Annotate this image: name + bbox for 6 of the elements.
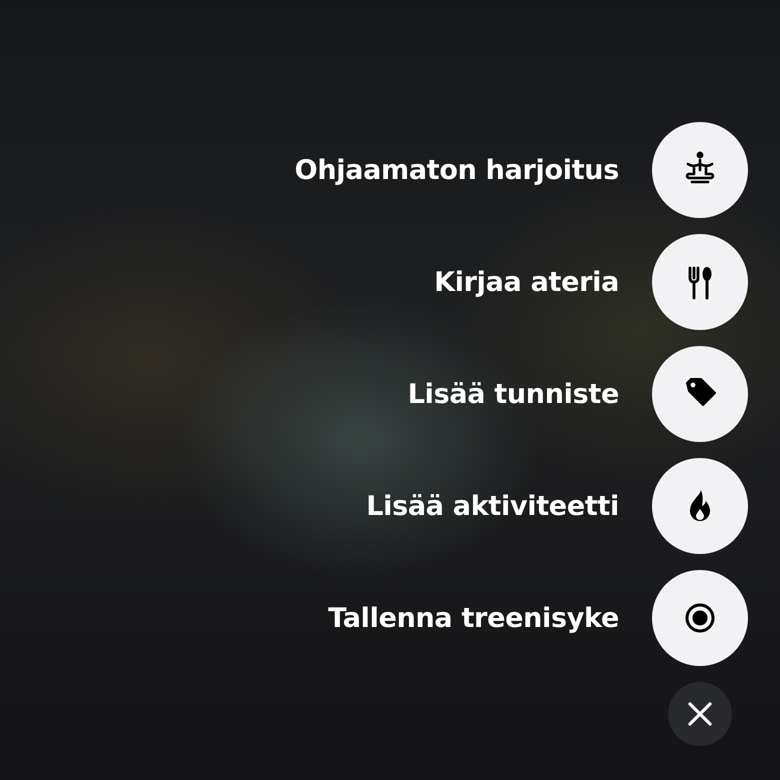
action-label: Kirjaa ateria	[434, 266, 619, 298]
action-label: Tallenna treenisyke	[328, 602, 619, 634]
action-label: Ohjaamaton harjoitus	[294, 154, 619, 186]
close-icon	[686, 700, 714, 728]
action-label: Lisää aktiviteetti	[366, 490, 619, 522]
action-label: Lisää tunniste	[408, 378, 619, 410]
